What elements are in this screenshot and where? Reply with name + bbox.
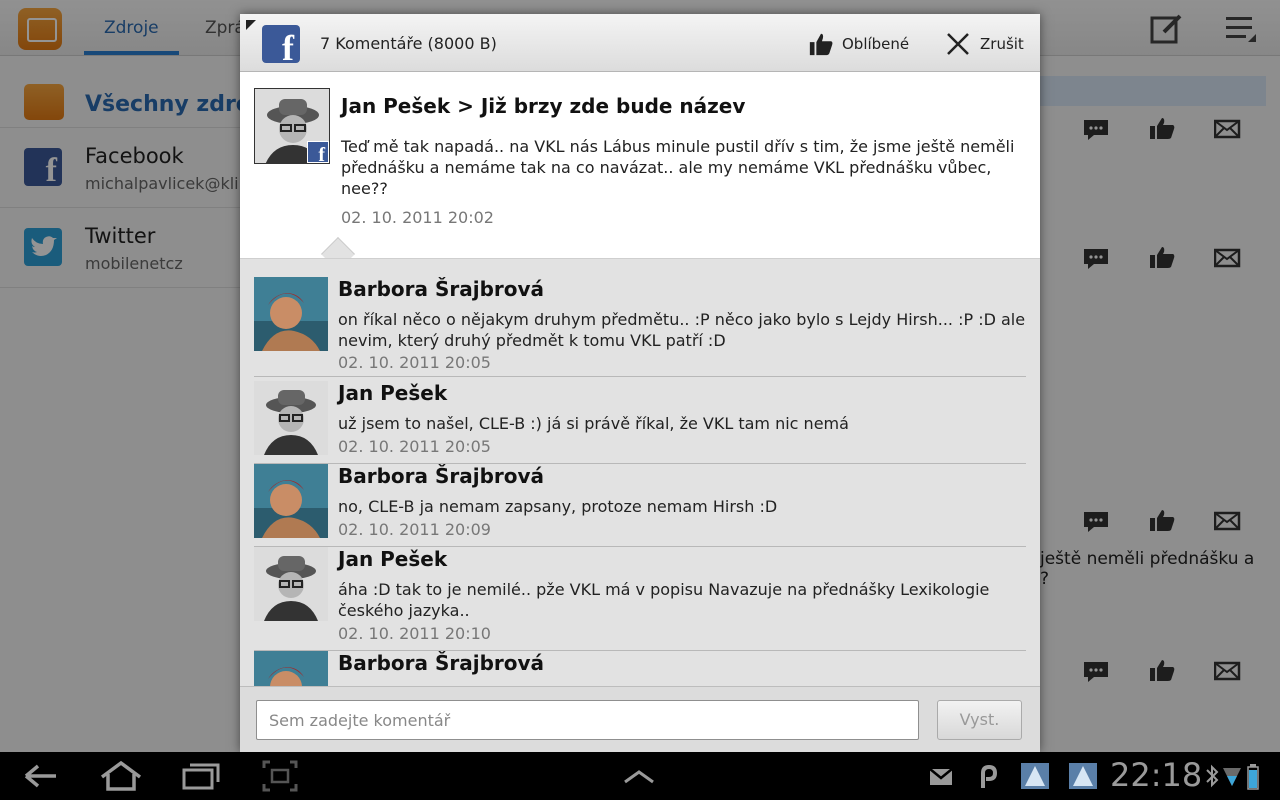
cancel-button[interactable]: Zrušit [946, 29, 1024, 59]
comment-timestamp: 02. 10. 2011 20:09 [338, 520, 491, 539]
comment-item: Jan Pešek už jsem to našel, CLE-B :) já … [254, 381, 1026, 464]
thumbs-up-icon [809, 33, 833, 56]
home-icon[interactable] [98, 760, 144, 792]
comment-author: Jan Pešek [338, 381, 448, 405]
comment-input[interactable] [256, 700, 919, 740]
battery-icon [1247, 764, 1259, 790]
cancel-label: Zrušit [980, 35, 1024, 53]
send-button[interactable]: Vyst. [937, 700, 1022, 740]
comment-item: Barbora Šrajbrová [254, 651, 1026, 686]
close-icon [947, 33, 969, 55]
clock: 22:18 [1110, 756, 1203, 794]
comment-text: už jsem to našel, CLE-B :) já si právě ř… [338, 414, 849, 433]
avatar: f [254, 88, 330, 164]
avatar [254, 547, 328, 621]
comment-author: Barbora Šrajbrová [338, 651, 545, 675]
rss-notification-icon[interactable] [978, 760, 1000, 792]
facebook-icon: f [262, 25, 300, 63]
like-button[interactable]: Oblíbené [808, 29, 909, 59]
comment-item: Jan Pešek áha :D tak to je nemilé.. pže … [254, 547, 1026, 651]
post-text: Teď mě tak napadá.. na VKL nás Lábus min… [341, 137, 1015, 198]
comment-item: Barbora Šrajbrová on říkal něco o nějaky… [254, 277, 1026, 377]
corner-marker [246, 20, 256, 30]
comment-timestamp: 02. 10. 2011 20:10 [338, 624, 491, 643]
comment-composer: Vyst. [240, 686, 1040, 752]
comment-author: Barbora Šrajbrová [338, 277, 545, 301]
wifi-icon [1223, 768, 1241, 786]
bluetooth-icon [1206, 764, 1219, 788]
chevron-up-icon[interactable] [622, 760, 656, 792]
like-label: Oblíbené [842, 35, 910, 53]
facebook-badge-icon: f [307, 141, 329, 163]
avatar [254, 651, 328, 686]
comment-text: on říkal něco o nějakym druhym předmětu.… [338, 310, 1026, 350]
post-timestamp: 02. 10. 2011 20:02 [341, 208, 494, 227]
comment-text: no, CLE-B ja nemam zapsany, protoze nema… [338, 497, 778, 516]
comment-timestamp: 02. 10. 2011 20:05 [338, 437, 491, 456]
comment-author: Jan Pešek [338, 547, 448, 571]
dialog-header: f 7 Komentáře (8000 B) Oblíbené Zrušit [240, 14, 1040, 72]
post-title: Jan Pešek > Již brzy zde bude název [341, 94, 746, 118]
original-post: f Jan Pešek > Již brzy zde bude název Te… [240, 72, 1040, 258]
avatar [254, 464, 328, 538]
comment-author: Barbora Šrajbrová [338, 464, 545, 488]
gmail-notification-icon[interactable] [928, 760, 954, 792]
comment-timestamp: 02. 10. 2011 20:05 [338, 353, 491, 372]
app-notification-icon[interactable] [1068, 760, 1098, 792]
back-icon[interactable] [22, 760, 60, 792]
recent-apps-icon[interactable] [182, 760, 220, 792]
comment-item: Barbora Šrajbrová no, CLE-B ja nemam zap… [254, 464, 1026, 547]
comment-list[interactable]: Barbora Šrajbrová on říkal něco o nějaky… [240, 258, 1040, 686]
comments-dialog: f 7 Komentáře (8000 B) Oblíbené Zrušit f… [240, 14, 1040, 752]
avatar [254, 381, 328, 455]
avatar [254, 277, 328, 351]
screenshot-icon[interactable] [262, 760, 298, 792]
app-notification-icon[interactable] [1020, 760, 1050, 792]
system-bar: 22:18 [0, 752, 1280, 800]
comment-text: áha :D tak to je nemilé.. pže VKL má v p… [338, 580, 990, 620]
dialog-title: 7 Komentáře (8000 B) [320, 34, 497, 53]
